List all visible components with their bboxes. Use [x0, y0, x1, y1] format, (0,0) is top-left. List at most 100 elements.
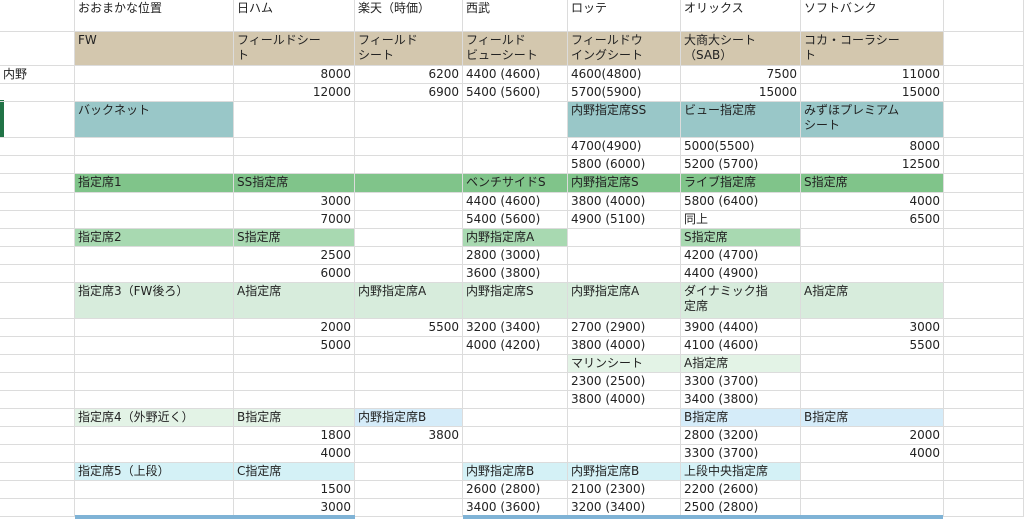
cell-r4-c7[interactable]: みずほプレミアム シート: [801, 102, 944, 138]
cell-r13-c1[interactable]: 指定席3（FW後ろ）: [75, 283, 234, 319]
cell-r22-c6[interactable]: 上段中央指定席: [681, 463, 801, 481]
empty-cell[interactable]: [355, 247, 463, 265]
cell-r22-c2[interactable]: C指定席: [234, 463, 355, 481]
empty-cell[interactable]: [75, 427, 234, 445]
cell-r14-c2[interactable]: 2000: [234, 319, 355, 337]
empty-cell[interactable]: [355, 156, 463, 174]
empty-cell[interactable]: [801, 265, 944, 283]
cell-r1-c1[interactable]: FW: [75, 32, 234, 66]
cell-r9-c7[interactable]: 6500: [801, 211, 944, 229]
cell-r22-c4[interactable]: 内野指定席B: [463, 463, 568, 481]
cell-r9-c4[interactable]: 5400 (5600): [463, 211, 568, 229]
cell-r15-c6[interactable]: 4100 (4600): [681, 337, 801, 355]
cell-r6-c6[interactable]: 5200 (5700): [681, 156, 801, 174]
empty-cell[interactable]: [463, 138, 568, 156]
empty-cell[interactable]: [944, 373, 1024, 391]
cell-r3-c6[interactable]: 15000: [681, 84, 801, 102]
empty-cell[interactable]: [0, 481, 75, 499]
empty-cell[interactable]: [0, 102, 75, 138]
empty-cell[interactable]: [944, 32, 1024, 66]
cell-r2-c0[interactable]: 内野: [0, 66, 75, 84]
cell-r21-c7[interactable]: 4000: [801, 445, 944, 463]
cell-r11-c2[interactable]: 2500: [234, 247, 355, 265]
cell-r16-c6[interactable]: A指定席: [681, 355, 801, 373]
cell-r20-c6[interactable]: 2800 (3200): [681, 427, 801, 445]
cell-r19-c6[interactable]: B指定席: [681, 409, 801, 427]
empty-cell[interactable]: [355, 355, 463, 373]
empty-cell[interactable]: [75, 391, 234, 409]
cell-r2-c2[interactable]: 8000: [234, 66, 355, 84]
empty-cell[interactable]: [568, 409, 681, 427]
empty-cell[interactable]: [944, 0, 1024, 32]
cell-r14-c3[interactable]: 5500: [355, 319, 463, 337]
empty-cell[interactable]: [0, 138, 75, 156]
cell-r11-c6[interactable]: 4200 (4700): [681, 247, 801, 265]
empty-cell[interactable]: [944, 138, 1024, 156]
empty-cell[interactable]: [0, 391, 75, 409]
empty-cell[interactable]: [944, 193, 1024, 211]
cell-r6-c5[interactable]: 5800 (6000): [568, 156, 681, 174]
cell-r13-c3[interactable]: 内野指定席A: [355, 283, 463, 319]
cell-r10-c2[interactable]: S指定席: [234, 229, 355, 247]
empty-cell[interactable]: [0, 283, 75, 319]
cell-r7-c5[interactable]: 内野指定席S: [568, 174, 681, 193]
cell-r7-c7[interactable]: S指定席: [801, 174, 944, 193]
cell-r0-c7[interactable]: ソフトバンク: [801, 0, 944, 32]
empty-cell[interactable]: [355, 138, 463, 156]
empty-cell[interactable]: [0, 445, 75, 463]
cell-r16-c5[interactable]: マリンシート: [568, 355, 681, 373]
cell-r1-c6[interactable]: 大商大シート （SAB）: [681, 32, 801, 66]
cell-r1-c7[interactable]: コカ・コーラシー ト: [801, 32, 944, 66]
cell-r8-c4[interactable]: 4400 (4600): [463, 193, 568, 211]
cell-r9-c2[interactable]: 7000: [234, 211, 355, 229]
cell-r19-c1[interactable]: 指定席4（外野近く）: [75, 409, 234, 427]
empty-cell[interactable]: [944, 481, 1024, 499]
empty-cell[interactable]: [75, 211, 234, 229]
empty-cell[interactable]: [0, 373, 75, 391]
cell-r2-c4[interactable]: 4400 (4600): [463, 66, 568, 84]
cell-r22-c1[interactable]: 指定席5（上段）: [75, 463, 234, 481]
cell-r10-c1[interactable]: 指定席2: [75, 229, 234, 247]
empty-cell[interactable]: [75, 337, 234, 355]
empty-cell[interactable]: [568, 445, 681, 463]
cell-r4-c6[interactable]: ビュー指定席: [681, 102, 801, 138]
empty-cell[interactable]: [75, 481, 234, 499]
cell-r15-c4[interactable]: 4000 (4200): [463, 337, 568, 355]
empty-cell[interactable]: [0, 265, 75, 283]
empty-cell[interactable]: [463, 427, 568, 445]
cell-r11-c4[interactable]: 2800 (3000): [463, 247, 568, 265]
cell-r2-c5[interactable]: 4600(4800): [568, 66, 681, 84]
empty-cell[interactable]: [355, 373, 463, 391]
empty-cell[interactable]: [0, 193, 75, 211]
cell-r3-c4[interactable]: 5400 (5600): [463, 84, 568, 102]
cell-r19-c3[interactable]: 内野指定席B: [355, 409, 463, 427]
cell-r14-c6[interactable]: 3900 (4400): [681, 319, 801, 337]
cell-r7-c1[interactable]: 指定席1: [75, 174, 234, 193]
empty-cell[interactable]: [944, 319, 1024, 337]
cell-r0-c2[interactable]: 日ハム: [234, 0, 355, 32]
empty-cell[interactable]: [0, 0, 75, 32]
cell-r15-c5[interactable]: 3800 (4000): [568, 337, 681, 355]
cell-r10-c4[interactable]: 内野指定席A: [463, 229, 568, 247]
cell-r13-c7[interactable]: A指定席: [801, 283, 944, 319]
cell-r20-c7[interactable]: 2000: [801, 427, 944, 445]
empty-cell[interactable]: [568, 247, 681, 265]
empty-cell[interactable]: [355, 211, 463, 229]
empty-cell[interactable]: [0, 174, 75, 193]
empty-cell[interactable]: [0, 409, 75, 427]
empty-cell[interactable]: [355, 481, 463, 499]
cell-r7-c2[interactable]: SS指定席: [234, 174, 355, 193]
cell-r0-c5[interactable]: ロッテ: [568, 0, 681, 32]
empty-cell[interactable]: [463, 373, 568, 391]
cell-r7-c3[interactable]: [355, 174, 463, 193]
cell-r9-c6[interactable]: 同上: [681, 211, 801, 229]
cell-r23-c6[interactable]: 2200 (2600): [681, 481, 801, 499]
empty-cell[interactable]: [463, 102, 568, 138]
cell-r3-c5[interactable]: 5700(5900): [568, 84, 681, 102]
empty-cell[interactable]: [463, 445, 568, 463]
cell-r21-c2[interactable]: 4000: [234, 445, 355, 463]
empty-cell[interactable]: [0, 355, 75, 373]
cell-r19-c7[interactable]: B指定席: [801, 409, 944, 427]
empty-cell[interactable]: [75, 445, 234, 463]
empty-cell[interactable]: [568, 265, 681, 283]
